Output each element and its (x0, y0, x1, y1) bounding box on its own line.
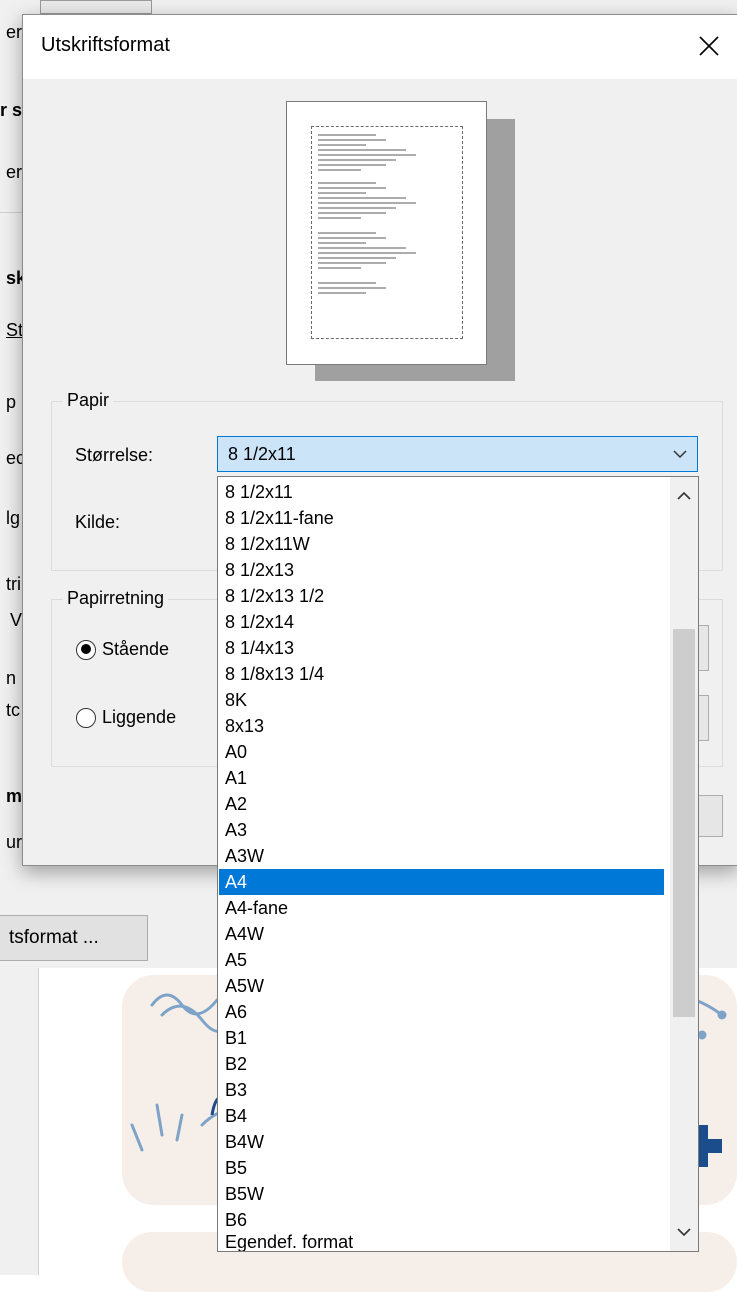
background-text: er (6, 22, 23, 42)
list-item[interactable]: 8 1/2x14 (219, 609, 664, 635)
scroll-down-button[interactable] (670, 1213, 698, 1251)
orientation-group-label: Papirretning (63, 588, 169, 609)
list-item[interactable]: 8 1/2x13 1/2 (219, 583, 664, 609)
list-item[interactable]: B1 (219, 1025, 664, 1051)
background-text: ur (6, 832, 23, 852)
dialog-titlebar: Utskriftsformat (23, 15, 737, 79)
background-toolbar-button (40, 0, 152, 14)
page-preview (286, 101, 487, 365)
size-label: Størrelse: (75, 445, 154, 465)
list-item[interactable]: B5W (219, 1181, 664, 1207)
list-item[interactable]: B3 (219, 1077, 664, 1103)
close-icon (699, 36, 719, 56)
orientation-portrait-radio[interactable]: Stående (76, 639, 169, 660)
preview-text-lines (318, 134, 416, 294)
list-item[interactable]: Egendef. format (219, 1229, 664, 1251)
chevron-up-icon (677, 491, 691, 500)
background-text: lg (6, 508, 21, 528)
background-text: n (6, 668, 17, 688)
source-label: Kilde: (75, 512, 121, 532)
dialog-title: Utskriftsformat (41, 34, 170, 56)
close-button[interactable] (680, 15, 737, 77)
list-item[interactable]: A0 (219, 739, 664, 765)
dropdown-scrollbar[interactable] (670, 477, 698, 1251)
list-item[interactable]: B2 (219, 1051, 664, 1077)
background-text: St (6, 320, 24, 340)
list-item[interactable]: A4W (219, 921, 664, 947)
list-item[interactable]: A5 (219, 947, 664, 973)
list-item[interactable]: A5W (219, 973, 664, 999)
radio-circle (76, 707, 96, 728)
chevron-down-icon (673, 450, 687, 459)
paper-size-combobox[interactable]: 8 1/2x11 (217, 436, 698, 472)
paper-group-label: Papir (63, 390, 114, 411)
background-text: m (6, 786, 23, 806)
paper-size-value: 8 1/2x11 (228, 444, 296, 464)
list-item[interactable]: A6 (219, 999, 664, 1025)
page-setup-button[interactable]: tsformat ... (0, 915, 148, 961)
radio-dot (80, 644, 91, 654)
radio-circle (76, 639, 96, 660)
list-item[interactable]: 8 1/2x11 (219, 479, 664, 505)
list-item[interactable]: A2 (219, 791, 664, 817)
background-text: V (10, 610, 23, 630)
list-item[interactable]: A3 (219, 817, 664, 843)
orientation-landscape-radio[interactable]: Liggende (76, 707, 176, 728)
background-text: r s (0, 100, 23, 120)
list-item[interactable]: B5 (219, 1155, 664, 1181)
list-item[interactable]: 8 1/2x11W (219, 531, 664, 557)
list-item[interactable]: B4W (219, 1129, 664, 1155)
paper-size-dropdown-list[interactable]: 8 1/2x11 8 1/2x11-fane 8 1/2x11W 8 1/2x1… (217, 476, 699, 1252)
background-text: tc (6, 700, 21, 720)
background-text: er (6, 162, 23, 182)
background-divider (0, 212, 24, 213)
list-item[interactable]: B4 (219, 1103, 664, 1129)
list-item-selected[interactable]: A4 (219, 869, 664, 895)
list-item[interactable]: 8 1/8x13 1/4 (219, 661, 664, 687)
preview-margin-outline (311, 126, 463, 339)
list-item[interactable]: 8x13 (219, 713, 664, 739)
scroll-up-button[interactable] (670, 477, 698, 515)
list-item[interactable]: 8 1/2x11-fane (219, 505, 664, 531)
background-text: tri (6, 574, 21, 594)
background-text: p (6, 392, 17, 412)
list-item[interactable]: A3W (219, 843, 664, 869)
chevron-down-icon (677, 1228, 691, 1237)
list-item[interactable]: 8K (219, 687, 664, 713)
portrait-label: Stående (102, 639, 170, 659)
list-item[interactable]: 8 1/2x13 (219, 557, 664, 583)
scrollbar-thumb[interactable] (673, 629, 695, 1017)
landscape-label: Liggende (102, 707, 177, 727)
list-item[interactable]: A1 (219, 765, 664, 791)
list-item[interactable]: 8 1/4x13 (219, 635, 664, 661)
list-item[interactable]: A4-fane (219, 895, 664, 921)
